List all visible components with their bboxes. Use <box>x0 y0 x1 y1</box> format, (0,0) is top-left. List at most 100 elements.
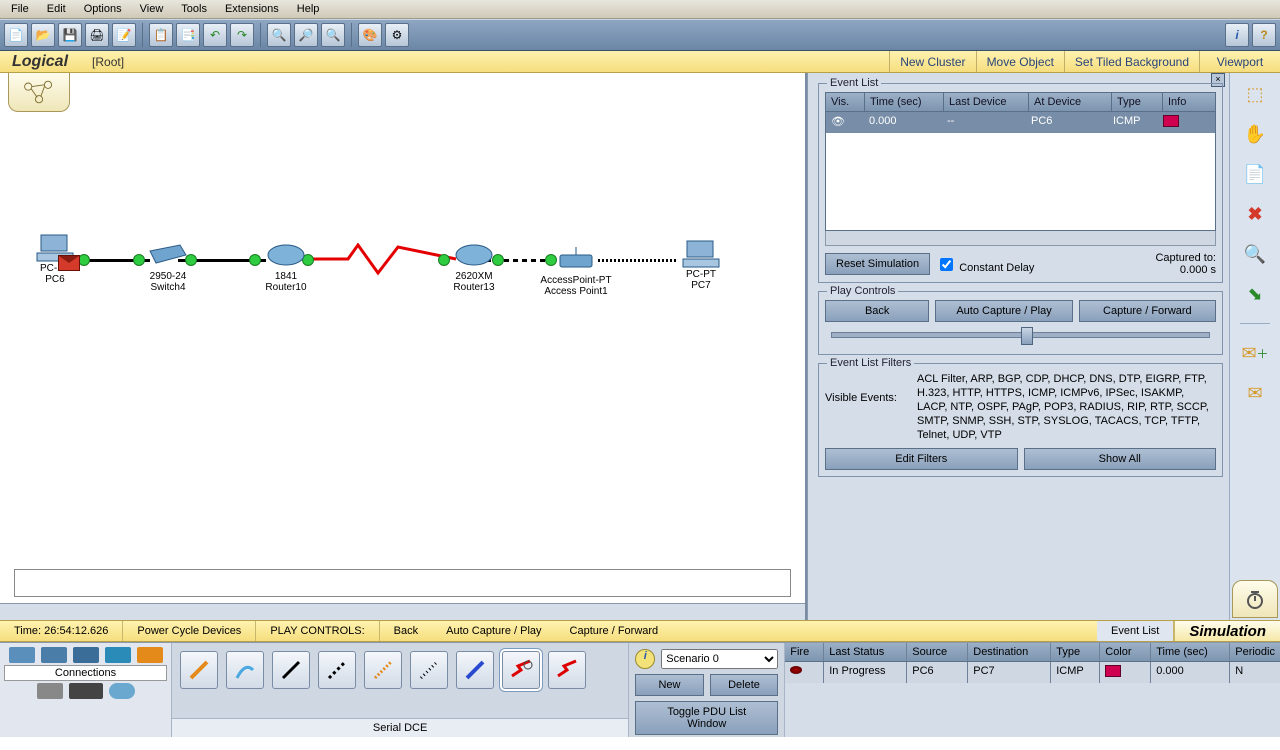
add-complex-pdu-icon[interactable]: ✉ <box>1241 382 1269 404</box>
topology-canvas[interactable]: PC-PT PC6 2950-24 Switch4 1841 Router10 … <box>0 73 805 603</box>
new-cluster-button[interactable]: New Cluster <box>889 51 975 72</box>
breadcrumb-root[interactable]: [Root] <box>80 55 136 69</box>
col-time[interactable]: Time (sec) <box>865 93 944 111</box>
constant-delay-checkbox[interactable]: Constant Delay <box>936 255 1034 274</box>
col-color[interactable]: Color <box>1100 643 1151 661</box>
save-icon[interactable]: 💾 <box>58 23 82 47</box>
pdu-envelope-icon[interactable] <box>58 255 80 271</box>
paste-icon[interactable]: 📑 <box>176 23 200 47</box>
col-pdu-type[interactable]: Type <box>1051 643 1100 661</box>
viewport-button[interactable]: Viewport <box>1199 51 1280 72</box>
back-button[interactable]: Back <box>825 300 929 322</box>
set-tiled-bg-button[interactable]: Set Tiled Background <box>1064 51 1199 72</box>
wan-emulation-icon[interactable] <box>69 683 103 699</box>
print-icon[interactable]: 🖨 <box>85 23 109 47</box>
scenario-new-button[interactable]: New <box>635 674 704 696</box>
console-connection-icon[interactable] <box>226 651 264 689</box>
col-periodic[interactable]: Periodic <box>1230 643 1280 661</box>
inspect-tool-icon[interactable]: 🔍 <box>1241 243 1269 265</box>
device-pc7[interactable]: PC-PT PC7 <box>676 239 726 291</box>
scenario-select[interactable]: Scenario 0 <box>661 649 778 669</box>
edit-filters-button[interactable]: Edit Filters <box>825 448 1018 470</box>
switches-category-icon[interactable] <box>41 647 67 663</box>
auto-capture-button[interactable]: Auto Capture / Play <box>935 300 1072 322</box>
select-tool-icon[interactable]: ⬚ <box>1241 83 1269 105</box>
col-at[interactable]: At Device <box>1029 93 1112 111</box>
copy-icon[interactable]: 📋 <box>149 23 173 47</box>
power-cycle-button[interactable]: Power Cycle Devices <box>123 621 256 641</box>
slider-thumb[interactable] <box>1021 327 1033 345</box>
move-object-button[interactable]: Move Object <box>976 51 1064 72</box>
device-pc6[interactable]: PC-PT PC6 <box>30 233 80 285</box>
footer-forward-button[interactable]: Capture / Forward <box>556 621 673 641</box>
col-type[interactable]: Type <box>1112 93 1163 111</box>
hubs-category-icon[interactable] <box>73 647 99 663</box>
pdu-row[interactable]: In Progress PC6 PC7 ICMP 0.000 N <box>785 662 1280 683</box>
menu-file[interactable]: File <box>4 2 36 16</box>
col-last[interactable]: Last Device <box>944 93 1029 111</box>
simulation-mode-label[interactable]: Simulation <box>1174 621 1280 641</box>
hand-tool-icon[interactable]: ✋ <box>1241 123 1269 145</box>
routers-category-icon[interactable] <box>9 647 35 663</box>
palette-icon[interactable]: 🎨 <box>358 23 382 47</box>
phone-connection-icon[interactable] <box>410 651 448 689</box>
scenario-info-icon[interactable]: i <box>635 649 655 669</box>
menu-edit[interactable]: Edit <box>40 2 73 16</box>
device-router10[interactable]: 1841 Router10 <box>256 241 316 293</box>
custom-device-icon[interactable]: ⚙ <box>385 23 409 47</box>
speed-slider[interactable] <box>831 332 1210 338</box>
event-row[interactable]: 👁 0.000 -- PC6 ICMP <box>826 112 1215 133</box>
info-icon[interactable]: i <box>1225 23 1249 47</box>
resize-tool-icon[interactable]: ⬊ <box>1241 283 1269 305</box>
end-devices-icon[interactable] <box>37 683 63 699</box>
visibility-eye-icon[interactable]: 👁 <box>826 112 864 133</box>
device-router13[interactable]: 2620XM Router13 <box>444 241 504 293</box>
crossover-connection-icon[interactable] <box>318 651 356 689</box>
col-info[interactable]: Info <box>1163 93 1215 111</box>
col-destination[interactable]: Destination <box>968 643 1051 661</box>
zoom-out-icon[interactable]: 🔍 <box>321 23 345 47</box>
help-icon[interactable]: ? <box>1252 23 1276 47</box>
col-vis[interactable]: Vis. <box>826 93 865 111</box>
wireless-category-icon[interactable] <box>105 647 131 663</box>
menu-tools[interactable]: Tools <box>174 2 214 16</box>
menu-view[interactable]: View <box>133 2 171 16</box>
footer-auto-button[interactable]: Auto Capture / Play <box>432 621 555 641</box>
coax-connection-icon[interactable] <box>456 651 494 689</box>
scenario-delete-button[interactable]: Delete <box>710 674 779 696</box>
event-list-scrollbar[interactable] <box>825 231 1216 246</box>
logical-view-icon[interactable] <box>8 73 70 112</box>
undo-icon[interactable]: ↶ <box>203 23 227 47</box>
event-list-body[interactable]: 👁 0.000 -- PC6 ICMP <box>825 112 1216 231</box>
note-tool-icon[interactable]: 📄 <box>1241 163 1269 185</box>
menu-extensions[interactable]: Extensions <box>218 2 286 16</box>
col-last-status[interactable]: Last Status <box>824 643 907 661</box>
delete-tool-icon[interactable]: ✖ <box>1241 203 1269 225</box>
auto-connection-icon[interactable] <box>180 651 218 689</box>
zoom-in-icon[interactable]: 🔍 <box>267 23 291 47</box>
new-file-icon[interactable]: 📄 <box>4 23 28 47</box>
open-icon[interactable]: 📂 <box>31 23 55 47</box>
col-pdu-time[interactable]: Time (sec) <box>1151 643 1230 661</box>
menu-help[interactable]: Help <box>290 2 327 16</box>
show-all-button[interactable]: Show All <box>1024 448 1217 470</box>
straight-connection-icon[interactable] <box>272 651 310 689</box>
custom-icon[interactable] <box>109 683 135 699</box>
serial-dte-icon[interactable] <box>548 651 586 689</box>
toggle-pdu-list-button[interactable]: Toggle PDU List Window <box>635 701 778 735</box>
serial-dce-icon[interactable] <box>502 651 540 689</box>
footer-back-button[interactable]: Back <box>380 621 432 641</box>
capture-forward-button[interactable]: Capture / Forward <box>1079 300 1216 322</box>
zoom-reset-icon[interactable]: 🔎 <box>294 23 318 47</box>
wizard-icon[interactable]: 📝 <box>112 23 136 47</box>
fiber-connection-icon[interactable] <box>364 651 402 689</box>
connections-category-icon[interactable] <box>137 647 163 663</box>
footer-event-list-button[interactable]: Event List <box>1097 621 1174 641</box>
logical-tab[interactable]: Logical <box>0 53 80 71</box>
add-simple-pdu-icon[interactable]: ✉＋ <box>1241 342 1269 364</box>
canvas-scrollbar[interactable] <box>0 603 805 620</box>
event-color-icon[interactable] <box>1163 115 1179 127</box>
fire-indicator-icon[interactable] <box>790 666 802 674</box>
simulation-mode-tab[interactable] <box>1232 580 1278 618</box>
device-switch4[interactable]: 2950-24 Switch4 <box>138 241 198 293</box>
